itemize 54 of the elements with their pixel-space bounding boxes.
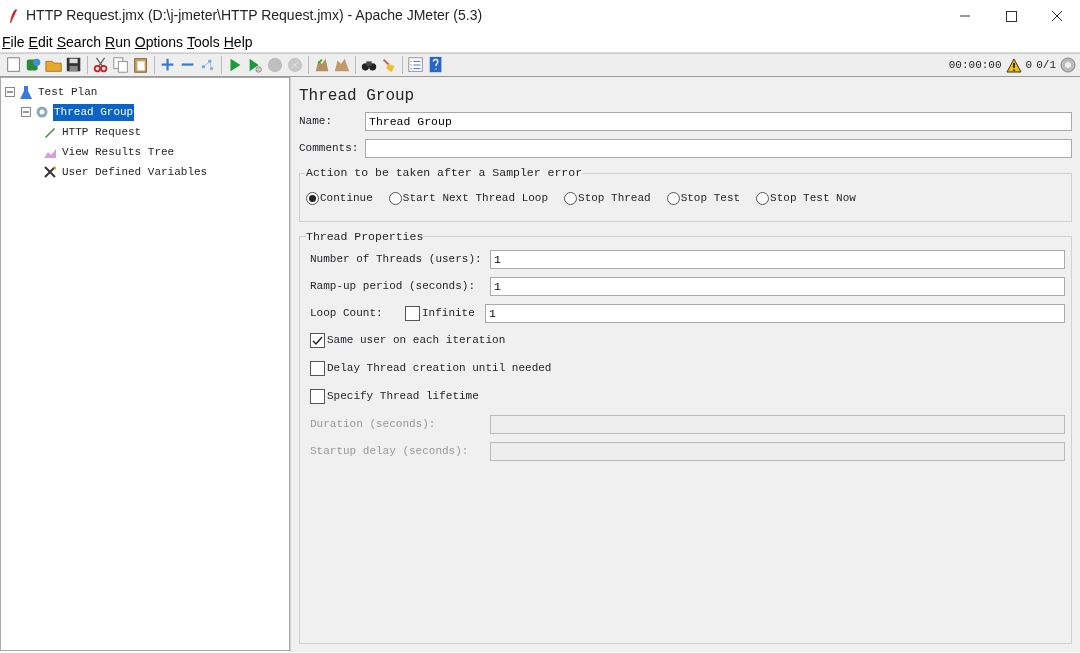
status-indicator-icon — [1060, 57, 1076, 73]
comments-field[interactable] — [365, 139, 1072, 158]
tree-item[interactable]: Test Plan — [37, 83, 99, 101]
menu-item[interactable]: Help — [221, 31, 255, 52]
gear-icon — [35, 105, 49, 119]
checkbox-option[interactable]: Specify Thread lifetime — [310, 388, 479, 405]
checkbox-option[interactable]: Same user on each iteration — [310, 332, 506, 349]
name-field[interactable]: Thread Group — [365, 112, 1072, 131]
number-field[interactable]: 1 — [490, 249, 1065, 269]
checkbox-option[interactable]: Delay Thread creation until needed — [310, 360, 552, 377]
tree-item[interactable]: User Defined Variables — [61, 163, 209, 181]
tree-item[interactable]: HTTP Request — [61, 123, 143, 141]
menu-item[interactable]: File — [0, 31, 27, 52]
menu-item[interactable]: Options — [132, 31, 186, 52]
number-field[interactable]: 1 — [485, 303, 1065, 323]
field-label: Duration (seconds): — [310, 416, 437, 432]
maximize-icon — [1005, 9, 1017, 22]
field-label: Comments: — [299, 141, 360, 157]
elapsed-time: 00:00:00 — [948, 57, 1002, 73]
number-field[interactable]: 1 — [490, 276, 1065, 296]
field-label: Startup delay (seconds): — [310, 443, 470, 459]
field-label: Number of Threads (users): — [310, 251, 483, 267]
thread-count: 0/1 — [1036, 57, 1056, 73]
warning-icon[interactable] — [1005, 57, 1022, 73]
radio-option[interactable]: Continue — [306, 190, 373, 207]
radio-option[interactable]: Start Next Thread Loop — [388, 190, 549, 207]
collapse-toggle-icon[interactable] — [5, 87, 15, 97]
flask-icon — [19, 85, 33, 99]
pen-icon — [43, 125, 57, 139]
radio-option[interactable]: Stop Thread — [564, 190, 651, 207]
checkbox-option[interactable]: Infinite — [405, 304, 485, 322]
tree-item[interactable]: Thread Group — [53, 103, 135, 121]
feather-icon — [8, 7, 18, 24]
close-icon — [1051, 9, 1063, 22]
error-count: 0 — [1025, 57, 1033, 73]
list-icon[interactable] — [406, 55, 426, 75]
menu-item[interactable]: Tools — [185, 31, 222, 52]
radio-option[interactable]: Stop Test Now — [756, 190, 856, 207]
checkmark-icon — [312, 335, 323, 346]
group-legend: Action to be taken after a Sampler error — [306, 166, 583, 180]
window-title: HTTP Request.jmx (D:\j-jmeter\HTTP Request.jmx) - Apache JMeter (5.3) — [26, 6, 484, 25]
panel-title: Thread Group — [299, 86, 416, 107]
group-legend: Thread Properties — [306, 229, 424, 244]
menu-item[interactable]: Run — [103, 31, 133, 52]
field-label: Loop Count: — [310, 305, 384, 321]
field-label: Ramp-up period (seconds): — [310, 278, 477, 294]
tree-item[interactable]: View Results Tree — [61, 143, 176, 161]
menu-item[interactable]: Edit — [26, 31, 55, 52]
copy-icon[interactable] — [111, 55, 131, 75]
collapse-toggle-icon[interactable] — [21, 107, 31, 117]
radio-option[interactable]: Stop Test — [666, 190, 741, 207]
tools-icon — [43, 165, 57, 179]
menu-item[interactable]: Search — [54, 31, 104, 52]
field-label: Name: — [299, 114, 333, 130]
